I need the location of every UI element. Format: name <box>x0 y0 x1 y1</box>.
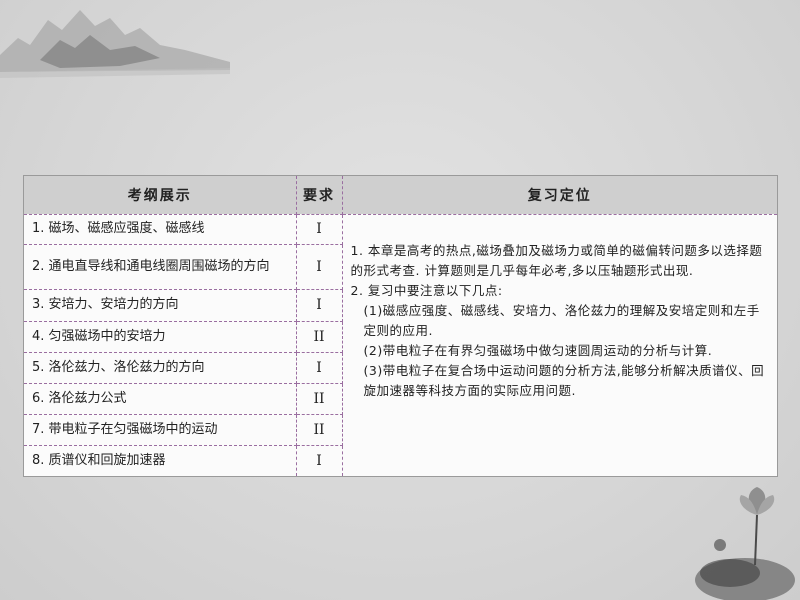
header-review: 复习定位 <box>342 176 777 215</box>
topic-cell: 4. 匀强磁场中的安培力 <box>24 321 297 353</box>
ink-lotus-decoration <box>695 487 795 600</box>
level-cell: I <box>296 352 343 384</box>
topic-cell: 1. 磁场、磁感应强度、磁感线 <box>24 214 297 245</box>
topic-cell: 2. 通电直导线和通电线圈周围磁场的方向 <box>24 244 297 291</box>
review-subpoint-2: (2)带电粒子在有界匀强磁场中做匀速圆周运动的分析与计算. <box>363 342 713 358</box>
topic-cell: 8. 质谱仪和回旋加速器 <box>24 445 297 476</box>
review-point-1: 1. 本章是高考的热点,磁场叠加及磁场力或简单的磁偏转问题多以选择题的形式考查.… <box>350 242 763 278</box>
level-cell: I <box>296 289 343 322</box>
review-subpoint-3: (3)带电粒子在复合场中运动问题的分析方法,能够分析解决质谱仪、回旋加速器等科技… <box>363 362 765 398</box>
ink-mountain-decoration <box>0 10 230 78</box>
review-point-2: 2. 复习中要注意以下几点: <box>350 282 503 298</box>
level-cell: I <box>296 244 343 291</box>
topic-cell: 6. 洛伦兹力公式 <box>24 383 297 416</box>
exam-outline-table: 考纲展示 要求 复习定位 1. 磁场、磁感应强度、磁感线 I 1. 本章是高考的… <box>23 175 778 477</box>
topic-cell: 5. 洛伦兹力、洛伦兹力的方向 <box>24 352 297 384</box>
review-subpoint-1: (1)磁感应强度、磁感线、安培力、洛伦兹力的理解及安培定则和左手定则的应用. <box>363 302 760 338</box>
level-cell: II <box>296 383 343 416</box>
header-outline: 考纲展示 <box>24 176 297 215</box>
review-cell: 1. 本章是高考的热点,磁场叠加及磁场力或简单的磁偏转问题多以选择题的形式考查.… <box>342 214 777 476</box>
level-cell: II <box>296 414 343 447</box>
level-cell: I <box>296 214 343 245</box>
table-header-row: 考纲展示 要求 复习定位 <box>24 176 777 215</box>
header-requirement: 要求 <box>296 176 343 215</box>
topic-cell: 3. 安培力、安培力的方向 <box>24 289 297 322</box>
topic-cell: 7. 带电粒子在匀强磁场中的运动 <box>24 414 297 447</box>
level-cell: I <box>296 445 343 476</box>
level-cell: II <box>296 321 343 353</box>
table-row: 1. 磁场、磁感应强度、磁感线 I 1. 本章是高考的热点,磁场叠加及磁场力或简… <box>24 214 777 398</box>
